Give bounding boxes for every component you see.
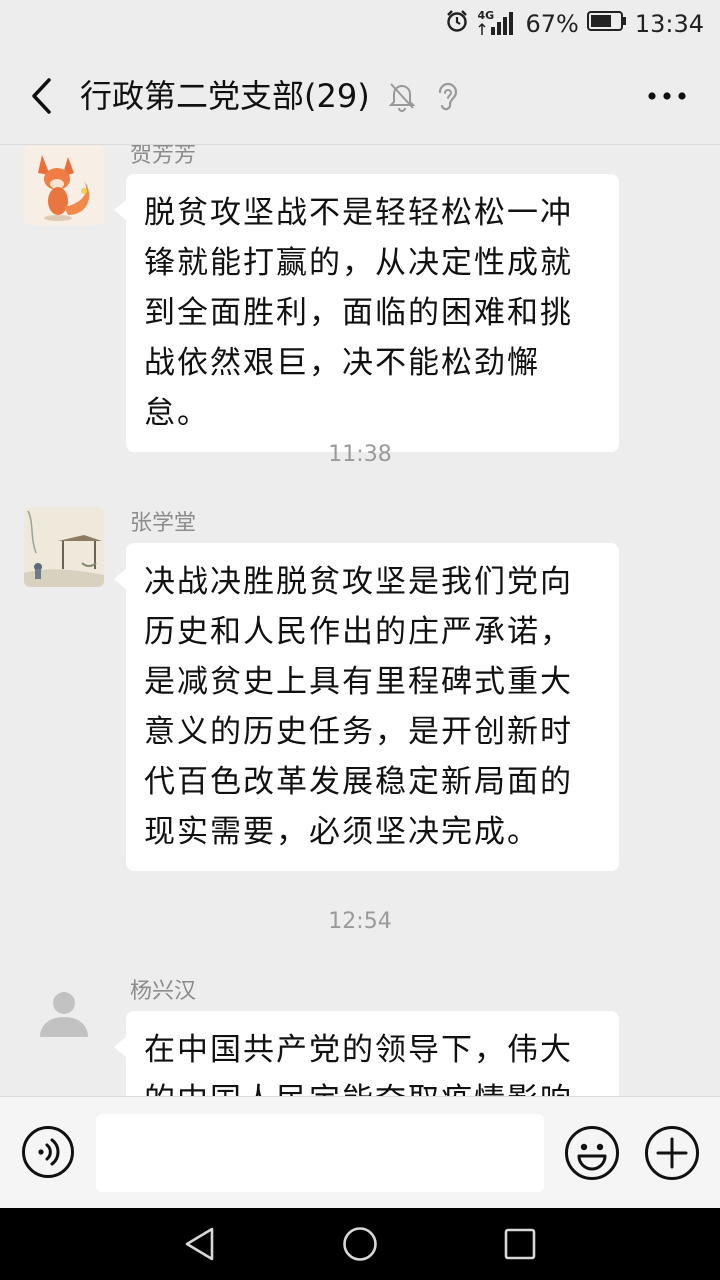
battery-icon (586, 10, 627, 38)
chevron-left-icon (32, 78, 51, 114)
voice-button[interactable] (21, 1125, 75, 1179)
timestamp: 12:54 (328, 909, 392, 934)
chat-header: 行政第二党支部(29) (0, 48, 720, 145)
circle-home-icon (343, 1227, 377, 1261)
title-status-icons (388, 80, 460, 112)
avatar[interactable] (24, 975, 104, 1055)
message-bubble[interactable]: 决战决胜脱贫攻坚是我们党向 历史和人民作出的庄严承诺， 是减贫史上具有里程碑式重… (114, 543, 619, 871)
message-text: 在中国共产党的领导下，伟大 的中国人民定能夺取疫情影响 (144, 1032, 573, 1096)
message-input[interactable] (96, 1114, 544, 1192)
back-button[interactable] (16, 70, 66, 122)
signal-icon: 4G (477, 9, 517, 37)
message-list[interactable]: 贺芳芳 脱贫攻坚战不是轻轻松松一冲 锋就能打赢的，从决定性成就 到全面胜利，面临… (0, 145, 720, 1096)
nav-home-button[interactable] (342, 1226, 378, 1262)
message-bubble[interactable]: 脱贫攻坚战不是轻轻松松一冲 锋就能打赢的，从决定性成就 到全面胜利，面临的困难和… (114, 174, 619, 452)
battery-percent: 67% (525, 10, 579, 38)
plus-icon (645, 1126, 699, 1180)
nav-recents-button[interactable] (502, 1226, 538, 1262)
sender-name: 贺芳芳 (130, 145, 197, 168)
status-indicators: 4G 67% 13:34 (445, 8, 704, 40)
message-text: 决战决胜脱贫攻坚是我们党向 历史和人民作出的庄严承诺， 是减贫史上具有里程碑式重… (144, 564, 573, 850)
square-recents-icon (504, 1228, 536, 1260)
more-button[interactable] (642, 76, 692, 116)
more-dots-icon (648, 92, 686, 100)
chat-title: 行政第二党支部(29) (80, 77, 370, 115)
default-user-icon (40, 992, 88, 1037)
message-bubble[interactable]: 在中国共产党的领导下，伟大 的中国人民定能夺取疫情影响 (114, 1011, 619, 1096)
sender-name: 杨兴汉 (130, 979, 197, 1004)
status-bar: 4G 67% 13:34 (0, 0, 720, 48)
more-functions-button[interactable] (644, 1125, 700, 1181)
timestamp: 11:38 (328, 442, 392, 467)
ink-painting-avatar-image (24, 507, 104, 587)
bell-off-icon (388, 83, 416, 112)
avatar[interactable] (24, 145, 104, 225)
message-text: 脱贫攻坚战不是轻轻松松一冲 锋就能打赢的，从决定性成就 到全面胜利，面临的困难和… (144, 195, 573, 431)
ear-icon (438, 82, 458, 111)
clock: 13:34 (634, 10, 704, 38)
voice-icon (22, 1126, 74, 1178)
emoji-icon (565, 1126, 619, 1180)
fox-avatar-image (24, 145, 104, 225)
alarm-icon (445, 9, 469, 39)
chat-input-bar (0, 1096, 720, 1209)
emoji-button[interactable] (564, 1125, 620, 1181)
triangle-back-icon (185, 1227, 214, 1261)
nav-back-button[interactable] (182, 1226, 218, 1262)
system-nav-bar (0, 1208, 720, 1280)
avatar[interactable] (24, 507, 104, 587)
sender-name: 张学堂 (130, 511, 197, 536)
